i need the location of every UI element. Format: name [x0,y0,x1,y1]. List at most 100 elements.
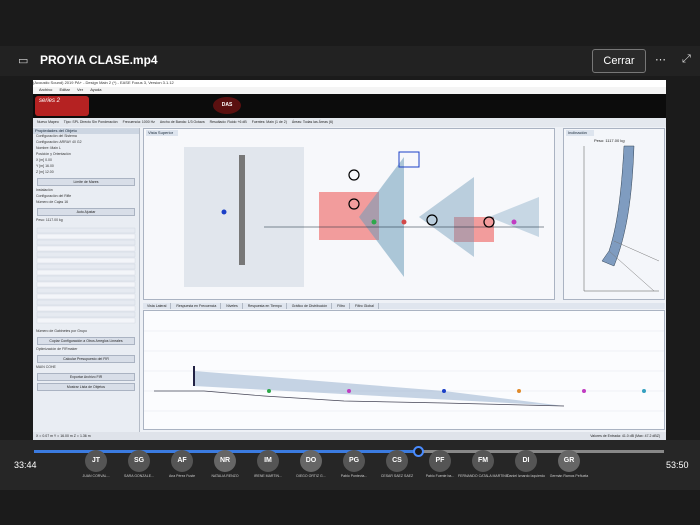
speaker-marker [371,219,377,225]
panel-row: Optimización de FIRmaker [36,347,78,351]
tab-distribution[interactable]: Gráfico de Distribución [288,303,333,309]
listener-marker [582,389,586,393]
remaining-time: 53:50 [666,460,689,470]
tab-global-filter[interactable]: Filtro Global [351,303,379,309]
cabinet-row [36,305,136,312]
cabinet-row [36,257,136,264]
object-list-button[interactable]: Mostrar Lista de Objetos [37,383,135,391]
listener-marker [517,389,521,393]
participant-avatar[interactable]: PG [343,450,365,472]
toolbar-item[interactable]: Frecuencia: 1000 Hz [123,120,155,124]
top-view-plan[interactable]: Vista Superior [143,128,555,300]
fir-budget-button[interactable]: Calcular Presupuesto del FIR [37,355,135,363]
participant-avatar[interactable]: FM [472,450,494,472]
toolbar-item[interactable]: Ancho de Banda: 1/3 Octava [160,120,205,124]
seek-handle[interactable] [413,446,425,457]
array-inclination-plot [583,145,660,292]
das-logo: DAS [213,97,241,114]
cabinet-row [36,263,136,270]
tab-side-view[interactable]: Vista Lateral [143,303,172,309]
toolbar-item[interactable]: Nuevo Mapeo [37,120,59,124]
participant-avatar[interactable]: IM [257,450,279,472]
participant-avatar[interactable]: NR [214,450,236,472]
participant-avatar[interactable]: DO [300,450,322,472]
participant-avatar[interactable]: SG [128,450,150,472]
listener-marker [347,389,351,393]
object-properties-panel: Propiedades del Objeto Configuración del… [33,128,140,440]
mute-icon [348,169,360,181]
side-view-tabs: Vista Lateral Respuesta en Frecuencia Ni… [143,303,665,309]
side-view-plot[interactable] [143,310,665,430]
cabinet-row [36,233,136,240]
floor-plan-drawing[interactable] [144,137,554,299]
toolbar-item[interactable]: Resultado: Ruido +6 dB [210,120,247,124]
listener-marker [442,389,446,393]
shared-screen: (Acoustic Sound) 2019 PA+ - Design Main … [33,80,666,440]
title-bar: ▭ PROYIA CLASE.mp4 Cerrar ⋯ ⤢ [0,46,700,76]
app-window-title: (Acoustic Sound) 2019 PA+ - Design Main … [33,80,666,87]
limit-button[interactable]: Límite de Mares [37,178,135,186]
cabinet-row [36,317,136,324]
panel-row: Número de Gabinetes por Grupo [36,329,87,333]
panel-row[interactable]: Número de Cajas 16 [33,200,139,206]
listener-marker [267,389,271,393]
player-controls: 33:44 53:50 JT JUAN CORVAL... SG SARA GONZA… [0,440,700,490]
close-button[interactable]: Cerrar [592,49,646,73]
participant-avatar[interactable]: CS [386,450,408,472]
speaker-marker [221,209,227,215]
more-options-icon[interactable]: ⋯ [655,53,666,66]
cabinet-row [36,251,136,258]
menu-bar: Archivo Editar Ver Ayuda [33,87,666,94]
cabinet-row [36,281,136,288]
toolbar-item[interactable]: Tipo: SPL Directo Sin Ponderación [64,120,118,124]
speaker-marker [511,219,517,225]
tab-frequency[interactable]: Respuesta en Frecuencia [172,303,222,309]
cabinet-row [36,245,136,252]
video-file-icon: ▭ [18,55,29,67]
video-title: PROYIA CLASE.mp4 [40,53,158,67]
listener-marker [642,389,646,393]
auto-adjust-button[interactable]: Auto Ajustar [37,208,135,216]
coverage-cone [359,157,404,277]
menu-ayuda[interactable]: Ayuda [90,87,101,92]
toolbar-item[interactable]: Fuentes: Main (1 de 2) [252,120,287,124]
tab-inclination[interactable]: Inclinación [566,130,594,136]
participant-avatar[interactable]: PF [429,450,451,472]
participant-avatar[interactable]: GR [558,450,580,472]
cabinet-row [36,287,136,294]
menu-archivo[interactable]: Archivo [39,87,52,92]
participant-avatar[interactable]: DI [515,450,537,472]
panel-row[interactable]: Z [m] 12.00 [33,170,139,176]
cabinet-row [36,275,136,282]
cabinet-row [36,239,136,246]
app-banner: series 2 DAS [33,94,666,118]
participant-avatar[interactable]: AF [171,450,193,472]
cabinet-angle-table[interactable] [33,224,139,324]
panel-row[interactable]: MAIN COHE [33,365,139,371]
participant-avatar[interactable]: JT [85,450,107,472]
tab-filter[interactable]: Filtro [333,303,350,309]
cursor-coordinates: X = 0.07 m Y = 16.00 m Z = 1.36 m [36,434,91,438]
wall [239,155,245,265]
cabinet-row [36,311,136,318]
toolbar-item[interactable]: Áreas: Todas las Áreas (6) [292,120,333,124]
tab-levels[interactable]: Niveles [222,303,243,309]
menu-ver[interactable]: Ver [77,87,83,92]
cabinet-row [36,299,136,306]
tab-top-view[interactable]: Vista Superior [146,130,178,136]
copy-config-button[interactable]: Copiar Configuración a Otros Arreglos Li… [37,337,135,345]
cabinet-row [36,293,136,300]
menu-editar[interactable]: Editar [59,87,69,92]
inclination-panel[interactable]: Inclinación Peso: 1117.00 kg [563,128,665,300]
expand-icon[interactable]: ⤢ [682,53,691,66]
coverage-cone [419,177,474,257]
export-fir-button[interactable]: Exportar Archivo FIR [37,373,135,381]
status-bar: X = 0.07 m Y = 16.00 m Z = 1.36 m Valore… [33,432,666,440]
elapsed-time: 33:44 [14,460,37,470]
cabinet-row [36,227,136,234]
side-view-drawing [144,330,664,412]
cabinet-row [36,269,136,276]
input-level: Valores de Entrada: 41.0 dB (Max: 47.2 d… [590,434,660,438]
tab-time[interactable]: Respuesta en Tiempo [244,303,287,309]
coverage-cone [489,197,539,237]
